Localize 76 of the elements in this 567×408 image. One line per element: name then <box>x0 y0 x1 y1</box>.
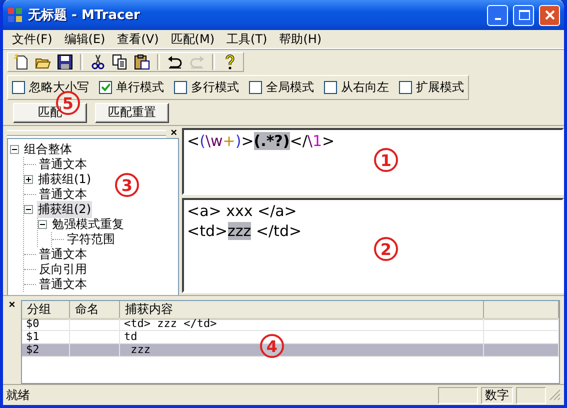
table-cell: $2 <box>22 344 70 357</box>
menu-item[interactable]: 编辑(E) <box>58 30 112 48</box>
matched-text: zzz <box>228 222 252 240</box>
checkmark-icon <box>101 83 110 92</box>
minimize-icon <box>494 18 500 20</box>
close-pane-button[interactable]: × <box>7 300 17 310</box>
regex-token: + <box>222 132 236 150</box>
regex-token: \ <box>307 132 312 150</box>
tree-item[interactable]: 捕获组(1) <box>37 171 92 188</box>
regex-token: ( <box>200 132 206 150</box>
target-text-editor[interactable]: <a> xxx </a> <td>zzz </td> 2 <box>182 198 564 293</box>
tree-item[interactable]: 字符范围 <box>66 231 116 248</box>
collapse-toggle[interactable] <box>38 220 47 229</box>
tree-item[interactable]: 普通文本 <box>38 186 88 203</box>
option-checkbox[interactable]: 扩展模式 <box>399 79 464 96</box>
regex-token: > <box>241 132 254 150</box>
menu-item[interactable]: 帮助(H) <box>273 30 328 48</box>
column-header[interactable]: 命名 <box>70 301 120 320</box>
status-indicator: 数字 <box>481 386 513 404</box>
tree-item[interactable]: 反向引用 <box>38 261 88 278</box>
tree-item[interactable]: 普通文本 <box>38 246 88 263</box>
resize-grip-icon[interactable] <box>549 389 561 401</box>
minus-icon <box>12 147 17 152</box>
clipboard-button[interactable] <box>132 53 152 71</box>
minimize-button[interactable] <box>487 4 508 26</box>
column-header[interactable]: 分组 <box>22 301 70 320</box>
text-line: </td> <box>254 222 302 240</box>
tree-item[interactable]: 勉强模式重复 <box>51 216 125 233</box>
collapse-toggle[interactable] <box>10 145 19 154</box>
pane-grip[interactable] <box>7 130 166 136</box>
text-line: <td> <box>187 222 228 240</box>
tree-item[interactable]: 组合整体 <box>23 141 73 158</box>
callout-number: 1 <box>374 148 398 172</box>
plus-icon <box>26 177 31 182</box>
option-checkbox[interactable]: 单行模式 <box>99 79 164 96</box>
menu-item[interactable]: 匹配(M) <box>164 30 221 48</box>
minus-icon <box>40 222 45 227</box>
table-cell: <td> zzz </td> <box>120 318 484 331</box>
match-reset-button[interactable]: 匹配重置 <box>95 102 169 122</box>
regex-token: </ <box>290 132 308 150</box>
floppy-disk-button[interactable] <box>55 53 75 71</box>
maximize-icon <box>516 8 530 22</box>
expand-toggle[interactable] <box>24 175 33 184</box>
regex-token: > <box>322 132 335 150</box>
close-button[interactable] <box>539 4 560 26</box>
maximize-button[interactable] <box>513 4 534 26</box>
collapse-toggle[interactable] <box>24 205 33 214</box>
menu-item[interactable]: 文件(F) <box>6 30 58 48</box>
app-icon <box>7 7 23 23</box>
window-title: 无标题 - MTracer <box>28 7 141 24</box>
table-cell: $0 <box>22 318 70 331</box>
status-text: 就绪 <box>6 386 31 404</box>
regex-token: (.*?) <box>254 132 290 150</box>
regex-token: 1 <box>312 132 322 150</box>
option-checkbox[interactable]: 多行模式 <box>174 79 239 96</box>
menu-item[interactable]: 查看(V) <box>111 30 165 48</box>
text-line: <a> xxx </a> <box>187 202 297 220</box>
table-row[interactable]: $0 <td> zzz </td> <box>22 318 559 331</box>
tree-item[interactable]: 捕获组(2) <box>37 201 92 218</box>
tree-item[interactable]: 普通文本 <box>38 156 88 173</box>
tree-item[interactable]: 普通文本 <box>38 276 88 293</box>
callout-number: 3 <box>115 173 139 197</box>
menu-item[interactable]: 工具(T) <box>220 30 274 48</box>
status-pane <box>516 386 546 404</box>
column-header[interactable]: 捕获内容 <box>120 301 484 320</box>
close-icon <box>542 8 556 22</box>
callout-number: 2 <box>374 237 398 261</box>
regex-token: \w <box>205 132 223 150</box>
status-pane <box>438 386 478 404</box>
regex-token: < <box>187 132 200 150</box>
regex-token: ) <box>235 132 242 150</box>
option-checkbox[interactable]: 全局模式 <box>249 79 314 96</box>
regex-editor[interactable]: <(\w+)>(.*?)</\1> 1 <box>182 128 564 195</box>
minus-icon <box>26 207 31 212</box>
close-pane-button[interactable]: × <box>168 128 179 138</box>
option-checkbox[interactable]: 从右向左 <box>324 79 389 96</box>
